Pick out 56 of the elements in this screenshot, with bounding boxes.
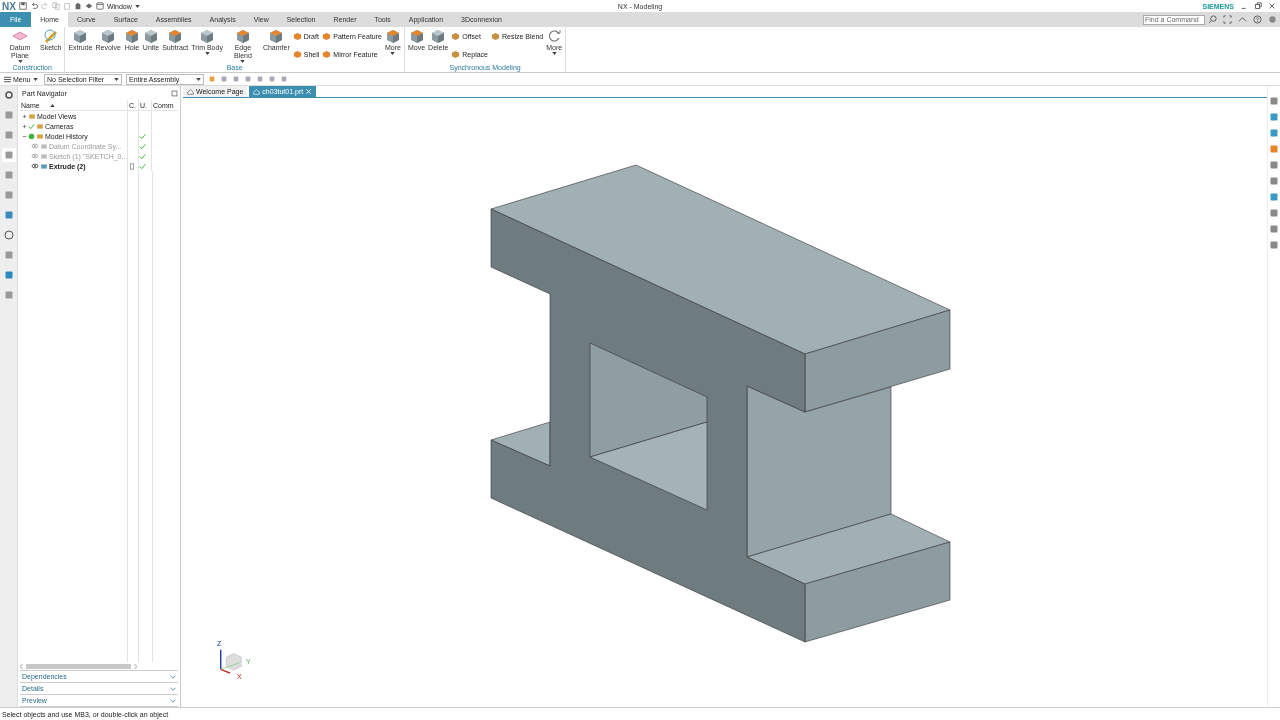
trim-body-icon [199,28,216,44]
expand-toggle[interactable] [22,123,27,129]
solid-icon [491,31,500,41]
sketch-icon [42,28,59,44]
window-icon[interactable] [95,2,104,10]
caret-icon [196,77,201,81]
maximize-icon[interactable] [171,89,178,97]
status-circle-icon [28,132,35,140]
caret-icon [114,77,119,81]
unite-icon [143,28,159,44]
caret-icon [204,52,210,55]
caret-icon [390,52,396,55]
caret-icon [17,60,23,63]
sort-arrow-icon [49,103,55,107]
help-icon[interactable] [1253,15,1262,24]
revolve-icon [100,28,117,44]
hole-icon [123,28,140,44]
undo-icon[interactable] [29,2,38,10]
scroll-right-icon[interactable] [134,663,137,669]
home-icon [187,88,194,95]
save-icon[interactable] [18,2,27,10]
scroll-left-icon[interactable] [20,663,23,669]
menu-icon [4,75,11,83]
caret-icon [551,52,557,55]
gear-icon[interactable] [3,90,14,100]
search-icon[interactable] [1208,15,1217,24]
home-icon [253,88,261,95]
horizontal-scrollbar[interactable] [20,662,178,671]
close-icon[interactable] [1268,2,1276,10]
expand-toggle[interactable] [22,133,27,139]
delete-icon [430,28,447,44]
eye-icon[interactable] [31,163,39,169]
scroll-thumb[interactable] [26,663,131,669]
status-dot-icon [1268,15,1277,24]
more-icon [546,28,563,44]
chevron-down-icon [170,674,176,679]
document-icon [130,162,134,170]
chevron-down-icon [170,686,176,691]
collapse-ribbon-icon[interactable] [1238,15,1247,24]
subtract-icon [167,28,184,44]
full-screen-icon[interactable] [1223,15,1232,24]
caret-icon[interactable] [134,4,140,8]
edge-blend-icon [234,28,251,44]
app-logo: NX [2,0,16,12]
caret-icon [32,77,38,81]
more-icon [384,28,401,44]
extrude-icon [72,28,89,44]
caret-icon [240,60,246,63]
expand-toggle[interactable] [22,113,27,119]
move-icon [408,28,425,44]
chevron-down-icon [170,698,176,703]
copy-icon[interactable] [51,2,60,10]
chamfer-icon [268,28,285,44]
clock-icon[interactable] [3,230,14,240]
restore-icon[interactable] [1254,2,1262,10]
check-icon[interactable] [28,122,35,130]
